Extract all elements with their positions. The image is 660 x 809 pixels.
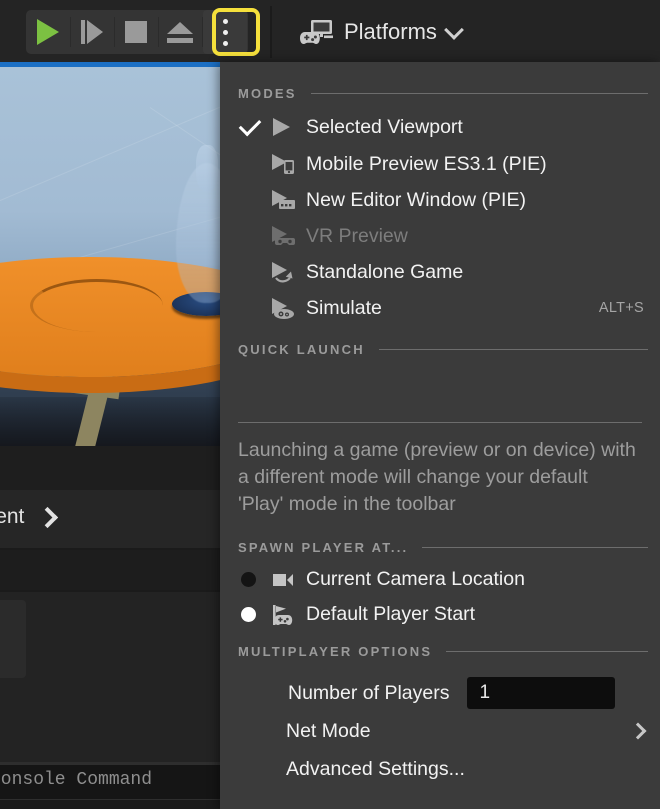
- section-header-modes: MODES: [220, 78, 660, 108]
- radio-button-icon: [241, 607, 256, 622]
- menu-item-advanced-settings[interactable]: Advanced Settings...: [220, 750, 660, 788]
- play-icon: [270, 116, 306, 138]
- glass-vase-neck: [196, 145, 218, 191]
- toolbar-separator: [270, 6, 272, 58]
- menu-item-label: Selected Viewport: [306, 115, 463, 138]
- menu-item-label: Standalone Game: [306, 260, 464, 283]
- play-icon: [37, 19, 59, 45]
- number-of-players-value: 1: [479, 682, 491, 703]
- player-start-icon: [270, 603, 306, 627]
- platforms-button[interactable]: Platforms: [300, 12, 464, 52]
- menu-item-label: Current Camera Location: [306, 568, 525, 590]
- asset-thumbnail[interactable]: [0, 600, 26, 678]
- section-label: SPAWN PLAYER AT...: [238, 539, 409, 555]
- section-header-multiplayer: MULTIPLAYER OPTIONS: [220, 636, 660, 666]
- menu-item-label: Default Player Start: [306, 603, 476, 625]
- breadcrumb-label: ontent: [0, 505, 25, 528]
- menu-item-label: New Editor Window (PIE): [306, 188, 526, 211]
- check-mark-slot: [238, 113, 270, 137]
- section-header-spawn-player: SPAWN PLAYER AT...: [220, 532, 660, 562]
- play-window-icon: [270, 188, 306, 212]
- stop-button[interactable]: [114, 10, 158, 54]
- chevron-down-icon: [444, 19, 464, 40]
- section-header-quick-launch: QUICK LAUNCH: [220, 334, 660, 364]
- console-command-placeholder: Console Command: [0, 770, 153, 790]
- play-mobile-icon: [270, 152, 306, 176]
- radio-slot: [238, 572, 270, 587]
- platforms-icon: [300, 18, 334, 46]
- table-legs: [0, 367, 240, 446]
- quick-launch-description: Launching a game (preview or on device) …: [238, 439, 636, 515]
- number-of-players-label: Number of Players: [288, 681, 450, 704]
- main-toolbar: Platforms: [0, 0, 660, 62]
- section-label: QUICK LAUNCH: [238, 341, 365, 357]
- radio-slot: [238, 607, 270, 622]
- number-of-players-input[interactable]: 1: [467, 677, 616, 709]
- menu-item-default-player-start[interactable]: Default Player Start: [220, 597, 660, 632]
- section-rule: [446, 650, 648, 652]
- menu-item-current-camera-location[interactable]: Current Camera Location: [220, 562, 660, 597]
- quick-launch-platform-list: [220, 364, 660, 422]
- play-button[interactable]: [26, 10, 70, 54]
- menu-item-net-mode[interactable]: Net Mode: [220, 712, 660, 750]
- number-of-players-row[interactable]: Number of Players 1: [220, 674, 660, 712]
- menu-item-simulate[interactable]: Simulate ALT+S: [220, 290, 660, 326]
- stop-icon: [125, 21, 147, 43]
- net-mode-label: Net Mode: [286, 719, 371, 742]
- section-label: MULTIPLAYER OPTIONS: [238, 643, 433, 659]
- section-rule: [378, 348, 648, 350]
- menu-item-new-editor-window[interactable]: New Editor Window (PIE): [220, 182, 660, 218]
- menu-item-vr-preview[interactable]: VR Preview: [220, 218, 660, 254]
- menu-item-standalone-game[interactable]: Standalone Game: [220, 254, 660, 290]
- play-standalone-icon: [270, 260, 306, 284]
- section-rule: [310, 92, 648, 94]
- menu-item-selected-viewport[interactable]: Selected Viewport: [220, 108, 660, 146]
- menu-item-shortcut: ALT+S: [598, 300, 644, 316]
- eject-button[interactable]: [158, 10, 202, 54]
- chevron-right-icon: [629, 722, 647, 740]
- check-icon: [238, 113, 262, 137]
- platforms-label: Platforms: [344, 19, 437, 44]
- menu-item-label: Mobile Preview ES3.1 (PIE): [306, 152, 547, 175]
- highlight-outline: [212, 8, 260, 56]
- menu-item-label: Simulate: [306, 296, 382, 319]
- eject-icon: [167, 21, 193, 43]
- step-forward-icon: [81, 20, 103, 44]
- section-label: MODES: [238, 85, 297, 101]
- chevron-right-icon: [37, 506, 59, 528]
- play-mode-dropdown-menu[interactable]: MODES Selected Viewport Mobile Preview E…: [220, 62, 660, 809]
- advanced-settings-label: Advanced Settings...: [286, 757, 465, 780]
- breadcrumb[interactable]: ontent: [0, 505, 59, 529]
- menu-item-label: VR Preview: [306, 224, 408, 247]
- camera-icon: [270, 570, 306, 590]
- radio-button-icon: [241, 572, 256, 587]
- section-rule: [422, 546, 648, 548]
- step-forward-button[interactable]: [70, 10, 114, 54]
- play-vr-icon: [270, 224, 306, 248]
- table-groove: [30, 279, 163, 332]
- play-simulate-icon: [270, 296, 306, 320]
- menu-item-mobile-preview[interactable]: Mobile Preview ES3.1 (PIE): [220, 146, 660, 182]
